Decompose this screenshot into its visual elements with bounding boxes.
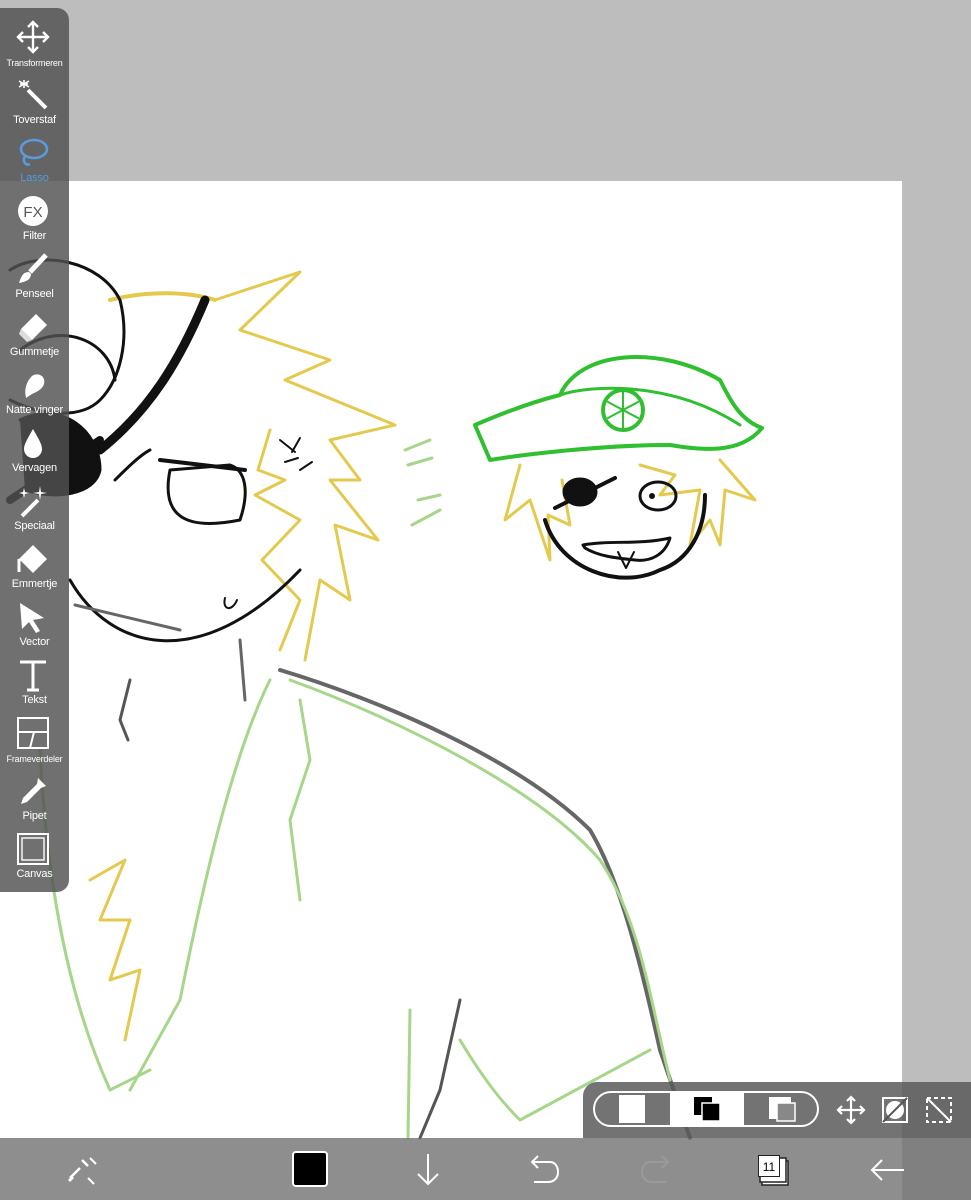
cursor-arrow-icon bbox=[20, 603, 44, 633]
redo-button[interactable] bbox=[638, 1152, 678, 1188]
deselect-icon bbox=[926, 1097, 952, 1123]
selection-mode-subtract[interactable] bbox=[745, 1093, 819, 1125]
tool-label: Filter bbox=[22, 230, 47, 242]
current-color-swatch[interactable] bbox=[292, 1151, 328, 1187]
selection-mode-bar bbox=[583, 1082, 971, 1138]
brush-eraser-toggle-button[interactable] bbox=[62, 1152, 102, 1188]
frame-divider-icon bbox=[17, 717, 49, 749]
selection-mode-add[interactable] bbox=[670, 1093, 744, 1125]
tool-vector[interactable]: Vector bbox=[0, 596, 69, 654]
eraser-icon bbox=[19, 314, 47, 342]
tool-label: Gummetje bbox=[9, 346, 60, 358]
drawing-workspace[interactable] bbox=[0, 0, 971, 1200]
paint-bucket-icon bbox=[17, 545, 47, 573]
clear-selection-button[interactable] bbox=[923, 1094, 955, 1126]
tool-text[interactable]: Tekst bbox=[0, 654, 69, 712]
tool-lasso[interactable]: Lasso bbox=[0, 132, 69, 190]
overlap-squares-icon bbox=[694, 1097, 721, 1122]
sketch-artwork bbox=[6, 258, 764, 1140]
move-selection-button[interactable] bbox=[835, 1094, 867, 1126]
tool-magic-wand[interactable]: Toverstaf bbox=[0, 74, 69, 132]
invert-selection-icon bbox=[882, 1097, 908, 1123]
white-square-icon bbox=[619, 1095, 645, 1123]
tool-smudge[interactable]: Natte vinger bbox=[0, 364, 69, 422]
redo-icon bbox=[640, 1155, 670, 1183]
invert-selection-button[interactable] bbox=[879, 1094, 911, 1126]
download-button[interactable] bbox=[408, 1152, 448, 1188]
tool-brush[interactable]: Penseel bbox=[0, 248, 69, 306]
tool-label: Natte vinger bbox=[6, 404, 63, 416]
tool-filter[interactable]: FX Filter bbox=[0, 190, 69, 248]
tool-canvas[interactable]: Canvas bbox=[0, 828, 69, 886]
tool-frame-divider[interactable]: Frameverdeler bbox=[0, 712, 69, 770]
layers-button[interactable]: 11 bbox=[752, 1152, 792, 1188]
tool-label: Vervagen bbox=[12, 462, 57, 474]
svg-text:FX: FX bbox=[23, 204, 42, 221]
tool-label: Pipet bbox=[22, 810, 47, 822]
bottom-toolbar: 11 bbox=[0, 1138, 971, 1200]
tool-special[interactable]: Speciaal bbox=[0, 480, 69, 538]
water-drop-icon bbox=[24, 429, 42, 458]
tool-label: Canvas bbox=[16, 868, 53, 880]
tool-label: Frameverdeler bbox=[6, 754, 63, 764]
tool-eyedropper[interactable]: Pipet bbox=[0, 770, 69, 828]
tool-label: Tekst bbox=[22, 694, 47, 706]
brush-eraser-swap-icon bbox=[68, 1157, 97, 1185]
selection-mode-group bbox=[593, 1091, 819, 1127]
tool-label: Toverstaf bbox=[13, 114, 56, 126]
text-t-icon bbox=[20, 660, 46, 692]
canvas-frame-icon bbox=[17, 833, 49, 865]
move-arrows-icon bbox=[836, 1095, 866, 1125]
brush-icon bbox=[19, 253, 48, 283]
undo-icon bbox=[530, 1155, 560, 1183]
fx-icon: FX bbox=[18, 196, 48, 226]
arrow-down-icon bbox=[417, 1154, 439, 1186]
lasso-icon bbox=[19, 138, 49, 166]
eyedropper-icon bbox=[21, 778, 46, 804]
tool-bucket[interactable]: Emmertje bbox=[0, 538, 69, 596]
tool-label: Speciaal bbox=[14, 520, 55, 532]
arrow-left-icon bbox=[870, 1159, 904, 1181]
sparkle-brush-icon bbox=[19, 486, 47, 518]
tool-palette: Transformeren Toverstaf Lasso FX Filter … bbox=[0, 8, 69, 892]
selection-mode-new[interactable] bbox=[595, 1093, 669, 1125]
tool-label: Vector bbox=[19, 636, 50, 648]
back-button[interactable] bbox=[868, 1152, 908, 1188]
magic-wand-icon bbox=[18, 80, 48, 110]
tool-transform[interactable]: Transformeren bbox=[0, 16, 69, 74]
tool-blur[interactable]: Vervagen bbox=[0, 422, 69, 480]
undo-button[interactable] bbox=[522, 1152, 562, 1188]
tool-label: Emmertje bbox=[11, 578, 58, 590]
layer-count: 11 bbox=[758, 1155, 780, 1177]
smudge-finger-icon bbox=[25, 374, 45, 398]
subtract-squares-icon bbox=[769, 1097, 796, 1122]
tool-eraser[interactable]: Gummetje bbox=[0, 306, 69, 364]
move-arrows-icon bbox=[16, 20, 50, 54]
tool-label: Lasso bbox=[20, 172, 49, 184]
tool-label: Penseel bbox=[15, 288, 54, 300]
tool-label: Transformeren bbox=[6, 58, 63, 68]
